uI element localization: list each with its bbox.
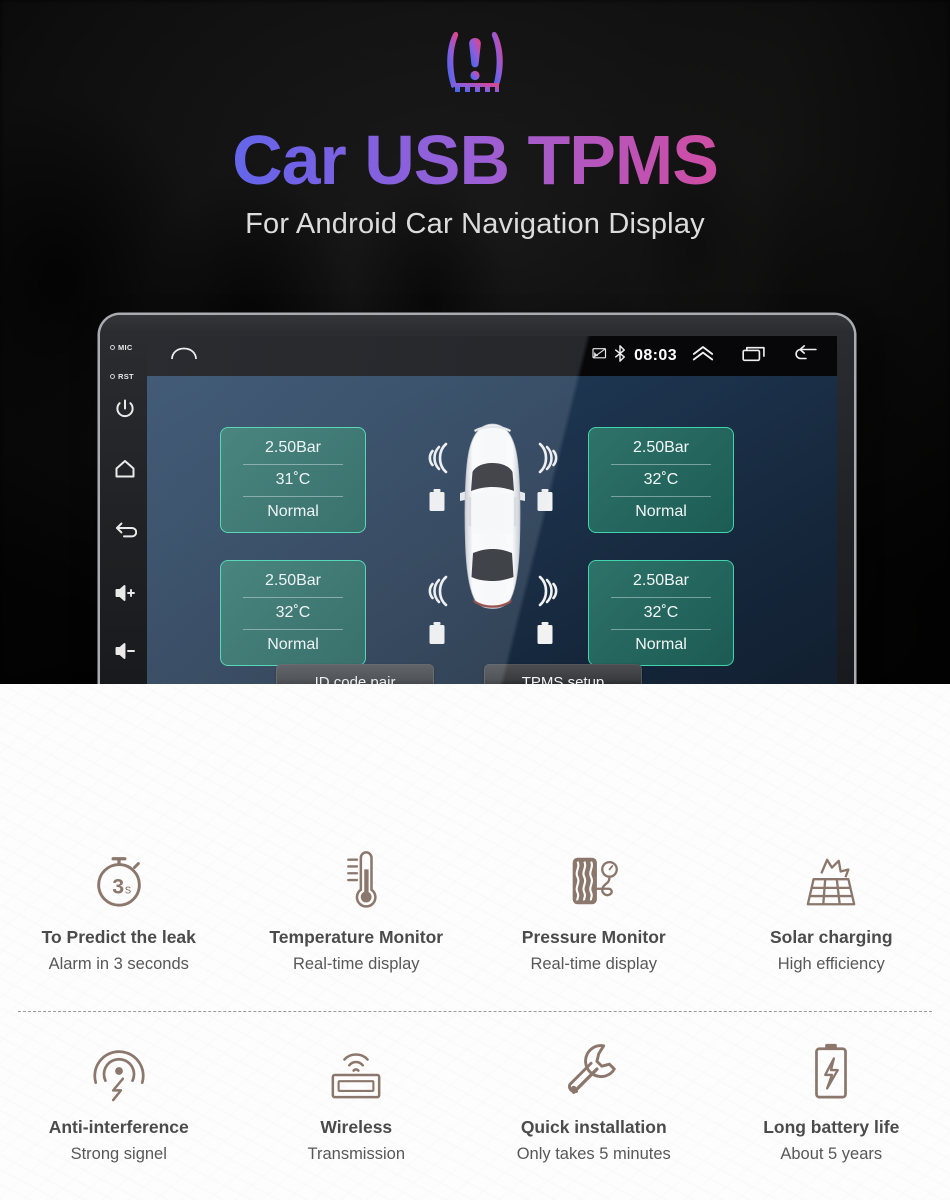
sensor-cluster-rear-right bbox=[530, 569, 564, 655]
signal-waves-icon bbox=[424, 436, 454, 480]
feature-subtitle: High efficiency bbox=[777, 955, 885, 973]
feature-temperature-monitor: Temperature Monitor Real-time display bbox=[238, 846, 476, 974]
feature-anti-interference: Anti-interference Strong signel bbox=[0, 1036, 238, 1164]
car-head-unit-device: MIC RST 08:03 2.50Bar 31˚C Normal 2.50Ba… bbox=[100, 315, 854, 684]
circle-indicator-icon bbox=[110, 345, 115, 350]
feature-subtitle: Alarm in 3 seconds bbox=[48, 955, 189, 973]
back-arrow-icon[interactable] bbox=[793, 344, 819, 368]
feature-predict-leak: 3 s To Predict the leak Alarm in 3 secon… bbox=[0, 846, 238, 974]
anti-interference-signal-icon bbox=[88, 1036, 150, 1102]
sensor-battery-icon bbox=[536, 621, 554, 645]
feature-subtitle: Real-time display bbox=[292, 955, 420, 973]
signal-waves-icon bbox=[532, 436, 562, 480]
tire-status-value: Normal bbox=[635, 636, 687, 653]
signal-waves-icon bbox=[424, 569, 454, 613]
home-button[interactable] bbox=[113, 457, 137, 481]
bluetooth-icon[interactable] bbox=[614, 345, 626, 367]
feature-title: Wireless bbox=[320, 1117, 393, 1137]
wrench-icon bbox=[563, 1036, 625, 1102]
features-row-1: 3 s To Predict the leak Alarm in 3 secon… bbox=[0, 846, 950, 974]
feature-title: Long battery life bbox=[763, 1117, 900, 1137]
tire-temperature-value: 32˚C bbox=[643, 604, 679, 621]
tpms-warning-icon bbox=[441, 28, 509, 98]
wireless-transmission-icon bbox=[325, 1036, 387, 1102]
stopwatch-3s-icon: 3 s bbox=[88, 846, 150, 912]
tire-card-rear-left[interactable]: 2.50Bar 32˚C Normal bbox=[220, 560, 366, 666]
tire-status-value: Normal bbox=[267, 503, 319, 520]
features-section: 3 s To Predict the leak Alarm in 3 secon… bbox=[0, 684, 950, 1200]
feature-title: Solar charging bbox=[769, 927, 893, 947]
feature-solar-charging: Solar charging High efficiency bbox=[713, 846, 950, 974]
sensor-cluster-front-right bbox=[530, 436, 564, 522]
tire-card-front-right[interactable]: 2.50Bar 32˚C Normal bbox=[588, 427, 734, 533]
tire-temperature-value: 31˚C bbox=[275, 471, 311, 488]
tpms-app-screen: 2.50Bar 31˚C Normal 2.50Bar 32˚C Normal … bbox=[147, 376, 837, 684]
feature-title: Anti-interference bbox=[48, 1117, 189, 1137]
feature-quick-installation: Quick installation Only takes 5 minutes bbox=[475, 1036, 713, 1164]
device-side-button-rail: MIC RST bbox=[103, 327, 147, 684]
features-divider bbox=[18, 1011, 932, 1012]
circle-indicator-icon bbox=[110, 374, 115, 379]
volume-up-button[interactable] bbox=[113, 581, 137, 605]
sensor-cluster-front-left bbox=[422, 436, 456, 522]
chevron-double-up-icon[interactable] bbox=[691, 344, 715, 368]
back-button[interactable] bbox=[113, 519, 138, 543]
tire-pressure-value: 2.50Bar bbox=[264, 439, 322, 456]
feature-subtitle: Transmission bbox=[307, 1145, 406, 1163]
tire-temperature-value: 32˚C bbox=[643, 471, 679, 488]
feature-title: Pressure Monitor bbox=[521, 927, 666, 947]
volume-down-button[interactable] bbox=[113, 639, 137, 663]
mic-indicator: MIC bbox=[110, 343, 133, 352]
power-button[interactable] bbox=[113, 397, 137, 421]
tire-pressure-value: 2.50Bar bbox=[632, 439, 690, 456]
feature-title: Temperature Monitor bbox=[269, 927, 444, 947]
recent-apps-icon[interactable] bbox=[741, 345, 767, 368]
rst-indicator: RST bbox=[110, 372, 134, 381]
screen-cast-icon[interactable] bbox=[592, 347, 607, 366]
tpms-setup-button[interactable]: TPMS setup bbox=[484, 664, 642, 684]
tire-pressure-value: 2.50Bar bbox=[632, 572, 690, 589]
feature-subtitle: Only takes 5 minutes bbox=[516, 1145, 671, 1163]
android-status-bar: 08:03 bbox=[147, 336, 837, 376]
page-title: Car USB TPMS bbox=[0, 118, 950, 202]
tire-pressure-value: 2.50Bar bbox=[264, 572, 322, 589]
sensor-battery-icon bbox=[428, 621, 446, 645]
tire-status-value: Normal bbox=[267, 636, 319, 653]
feature-pressure-monitor: Pressure Monitor Real-time display bbox=[475, 846, 713, 974]
id-code-pair-button[interactable]: ID code pair bbox=[276, 664, 434, 684]
home-outline-icon[interactable] bbox=[169, 343, 199, 370]
svg-text:s: s bbox=[125, 883, 131, 897]
tire-status-value: Normal bbox=[635, 503, 687, 520]
feature-subtitle: Real-time display bbox=[530, 955, 658, 973]
sensor-battery-icon bbox=[428, 488, 446, 512]
feature-subtitle: About 5 years bbox=[780, 1145, 883, 1163]
thermometer-icon bbox=[332, 846, 380, 912]
status-bar-clock: 08:03 bbox=[634, 347, 677, 364]
signal-waves-icon bbox=[532, 569, 562, 613]
solar-panel-icon bbox=[800, 846, 862, 912]
car-top-view-icon bbox=[454, 421, 531, 611]
feature-subtitle: Strong signel bbox=[70, 1145, 167, 1163]
feature-title: Quick installation bbox=[520, 1117, 667, 1137]
hero-section: Car USB TPMS For Android Car Navigation … bbox=[0, 0, 950, 684]
feature-title: To Predict the leak bbox=[41, 927, 196, 947]
svg-text:3: 3 bbox=[112, 875, 124, 899]
features-row-2: Anti-interference Strong signel Wireless… bbox=[0, 1036, 950, 1164]
feature-wireless: Wireless Transmission bbox=[238, 1036, 476, 1164]
device-screen: 08:03 2.50Bar 31˚C Normal 2.50Bar 32˚C N… bbox=[147, 336, 837, 684]
tire-temperature-value: 32˚C bbox=[275, 604, 311, 621]
tire-card-front-left[interactable]: 2.50Bar 31˚C Normal bbox=[220, 427, 366, 533]
tire-pressure-gauge-icon bbox=[563, 846, 625, 912]
tire-card-rear-right[interactable]: 2.50Bar 32˚C Normal bbox=[588, 560, 734, 666]
sensor-battery-icon bbox=[536, 488, 554, 512]
feature-long-battery-life: Long battery life About 5 years bbox=[713, 1036, 950, 1164]
battery-bolt-icon bbox=[809, 1036, 853, 1102]
page-subtitle: For Android Car Navigation Display bbox=[245, 208, 705, 240]
sensor-cluster-rear-left bbox=[422, 569, 456, 655]
